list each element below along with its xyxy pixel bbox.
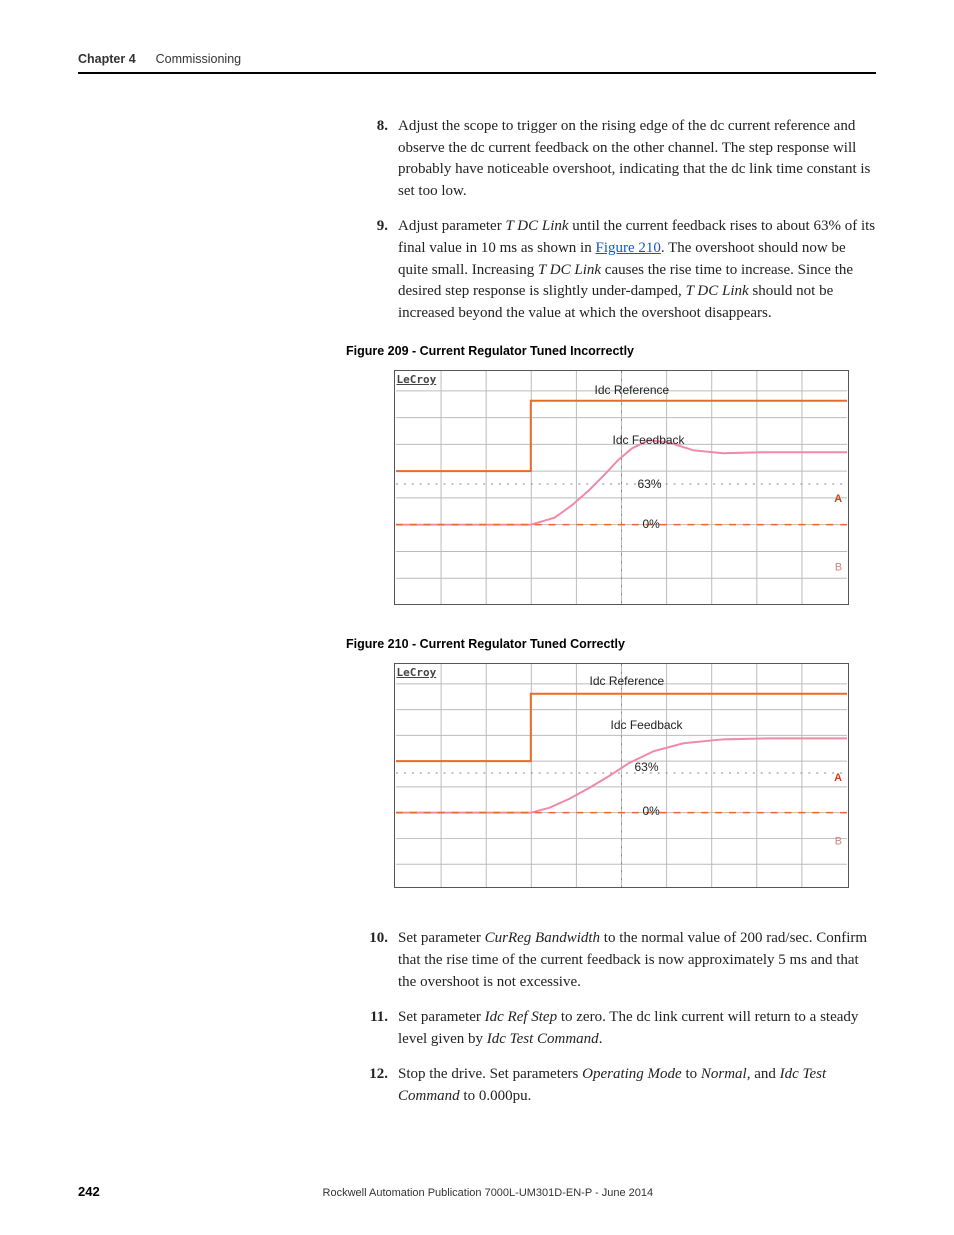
svg-text:B: B: [834, 562, 841, 574]
step-text: Set parameter Idc Ref Step to zero. The …: [398, 1007, 876, 1050]
step-12: 12. Stop the drive. Set parameters Opera…: [366, 1064, 876, 1107]
scope-label-63: 63%: [638, 477, 662, 491]
step-number: 8.: [366, 116, 388, 202]
step-number: 9.: [366, 216, 388, 324]
step-number: 11.: [366, 1007, 388, 1050]
figure-210-scope: LeCroy: [394, 663, 849, 888]
scope-grid-icon: A B: [395, 371, 848, 604]
chapter-label: Chapter 4: [78, 52, 136, 66]
step-list-bottom: 10. Set parameter CurReg Bandwidth to th…: [366, 928, 876, 1107]
page-number: 242: [78, 1184, 100, 1199]
chapter-title: Commissioning: [156, 52, 241, 66]
step-11: 11. Set parameter Idc Ref Step to zero. …: [366, 1007, 876, 1050]
svg-text:A: A: [834, 493, 842, 505]
page-footer: 242 Rockwell Automation Publication 7000…: [78, 1184, 876, 1199]
page: Chapter 4 Commissioning 8. Adjust the sc…: [0, 0, 954, 1235]
page-header: Chapter 4 Commissioning: [78, 52, 876, 74]
step-10: 10. Set parameter CurReg Bandwidth to th…: [366, 928, 876, 993]
scope-label-0: 0%: [643, 517, 660, 531]
figure-210-link[interactable]: Figure 210: [595, 240, 660, 256]
step-8: 8. Adjust the scope to trigger on the ri…: [366, 116, 876, 202]
step-number: 10.: [366, 928, 388, 993]
scope-label-63: 63%: [635, 760, 659, 774]
scope-label-0: 0%: [643, 804, 660, 818]
publication-id: Rockwell Automation Publication 7000L-UM…: [323, 1187, 654, 1199]
body-column: 8. Adjust the scope to trigger on the ri…: [366, 116, 876, 1108]
figure-209-scope: LeCroy: [394, 370, 849, 605]
scope-label-fb: Idc Feedback: [611, 718, 683, 732]
figure-209-caption: Figure 209 - Current Regulator Tuned Inc…: [346, 344, 876, 358]
scope-label-fb: Idc Feedback: [613, 433, 685, 447]
scope-grid-icon: A B: [395, 664, 848, 887]
step-text: Adjust parameter T DC Link until the cur…: [398, 216, 876, 324]
svg-text:A: A: [834, 772, 842, 784]
step-text: Set parameter CurReg Bandwidth to the no…: [398, 928, 876, 993]
svg-text:B: B: [834, 836, 841, 848]
scope-label-ref: Idc Reference: [590, 674, 665, 688]
step-text: Adjust the scope to trigger on the risin…: [398, 116, 876, 202]
step-list-top: 8. Adjust the scope to trigger on the ri…: [366, 116, 876, 324]
scope-label-ref: Idc Reference: [595, 383, 670, 397]
step-number: 12.: [366, 1064, 388, 1107]
figure-210-caption: Figure 210 - Current Regulator Tuned Cor…: [346, 637, 876, 651]
step-9: 9. Adjust parameter T DC Link until the …: [366, 216, 876, 324]
step-text: Stop the drive. Set parameters Operating…: [398, 1064, 876, 1107]
